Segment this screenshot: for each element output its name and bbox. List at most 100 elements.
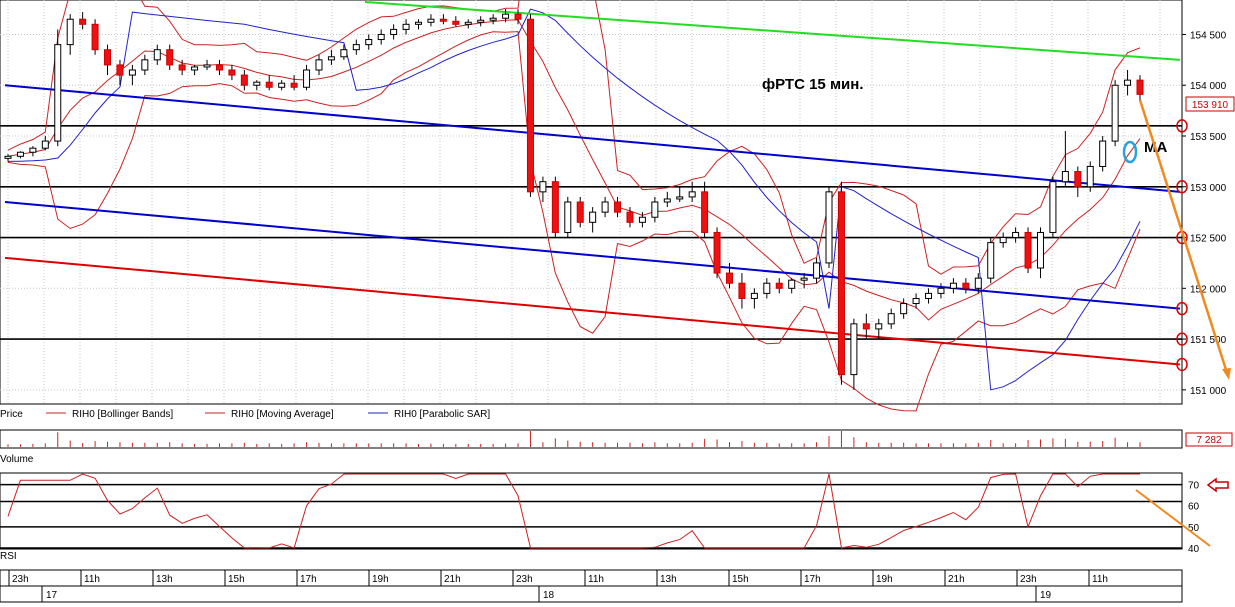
candle-up [1049,181,1057,233]
candle-up [377,33,385,41]
hour-label: 21h [444,574,461,585]
candle-up [464,21,472,25]
candle-up [16,151,24,157]
candle-up [415,21,423,25]
candle-up [974,277,982,289]
candle-up [1124,79,1132,86]
candle-up [850,323,858,376]
candle-up [925,292,933,299]
candle-up [1111,84,1119,142]
price-chart: 154 500 154 000 153 500 153 000 152 500 152 0… [0,0,1235,603]
candle-down [713,231,721,274]
rsi-axis: 70 60 50 40 [1188,481,1200,555]
legend-moving-average: RIH0 [Moving Average] [231,409,334,420]
hour-label: 13h [660,574,677,585]
hour-label: 23h [1020,574,1037,585]
candle-down [91,23,99,51]
hour-label: 23h [516,574,533,585]
candle-down [725,272,733,284]
candle-up [589,211,597,223]
hour-label: 17h [804,574,821,585]
rsi-tick-label: 40 [1188,544,1200,555]
candle-up [676,196,684,200]
candle-down [962,282,970,289]
candle-down [166,49,174,66]
candle-up [1012,231,1020,239]
candle-up [788,279,796,289]
day-label: 17 [46,590,58,601]
candle-up [825,191,833,264]
hour-label: 11h [1092,574,1108,585]
candle-up [688,191,696,198]
candle-down [576,201,584,223]
candle-down [1024,231,1032,269]
price-tick-label: 153 000 [1190,183,1227,194]
candle-up [153,49,161,61]
candle-down [862,323,870,330]
day-label: 19 [1040,590,1052,601]
candle-down [738,282,746,299]
price-tick-label: 152 500 [1190,234,1227,245]
price-axis: 154 500 154 000 153 500 153 000 152 500 152 0… [1182,30,1227,397]
candle-up [29,147,37,153]
hour-label: 21h [948,574,965,585]
candle-up [54,44,62,142]
forecast-arrow-head [1222,368,1231,380]
candle-up [141,59,149,71]
candle-up [750,292,758,299]
candle-up [651,201,659,218]
candle-up [999,237,1007,244]
candle-down [79,18,87,25]
candle-up [912,297,920,305]
candle-down [439,18,447,22]
candle-down [104,49,112,66]
candle-up [663,198,671,203]
candle-up [340,49,348,58]
candle-up [937,287,945,294]
hour-label: 15h [228,574,245,585]
hour-label: 23h [12,574,29,585]
hour-label: 11h [84,574,100,585]
candle-down [116,64,124,76]
candle-up [502,13,510,19]
candle-up [66,18,74,46]
candle-up [315,59,323,71]
legend-parabolic-sar: RIH0 [Parabolic SAR] [394,409,490,420]
candle-up [949,282,957,289]
candle-up [203,64,211,68]
candle-down [265,81,273,88]
day-label: 18 [543,590,555,601]
candle-down [228,69,236,76]
rsi-tick-label: 70 [1188,481,1200,492]
candle-down [452,20,460,25]
candle-up [987,242,995,279]
candle-up [489,17,497,21]
candle-up [564,201,572,233]
price-tick-label: 152 000 [1190,284,1227,295]
candle-up [1099,140,1107,167]
candle-up [763,282,771,294]
candle-up [1061,171,1069,183]
legend: Price RIH0 [Bollinger Bands] RIH0 [Movin… [0,409,490,420]
price-panel: 154 500 154 000 153 500 153 000 152 500 152 0… [0,0,1235,412]
candle-up [875,323,883,330]
candle-up [278,82,286,88]
candle-down [526,18,534,193]
candle-up [327,56,335,61]
candle-up [1086,165,1094,188]
hour-label: 13h [156,574,173,585]
hour-label: 19h [876,574,893,585]
candle-up [427,18,435,23]
candle-down [626,211,634,223]
candle-up [539,181,547,193]
candle-down [614,201,622,213]
candle-up [813,262,821,279]
hour-label: 15h [732,574,749,585]
candle-up [253,81,261,86]
last-price-label: 153 910 [1192,100,1229,111]
candle-up [477,19,485,23]
time-axis: 23h 11h 13h 15h 17h 19h 21h 23h 11h 13h 15h 17h 19h 2… [0,569,1183,603]
candle-up [4,155,12,159]
price-tick-label: 151 000 [1190,386,1227,397]
candle-down [837,191,845,376]
